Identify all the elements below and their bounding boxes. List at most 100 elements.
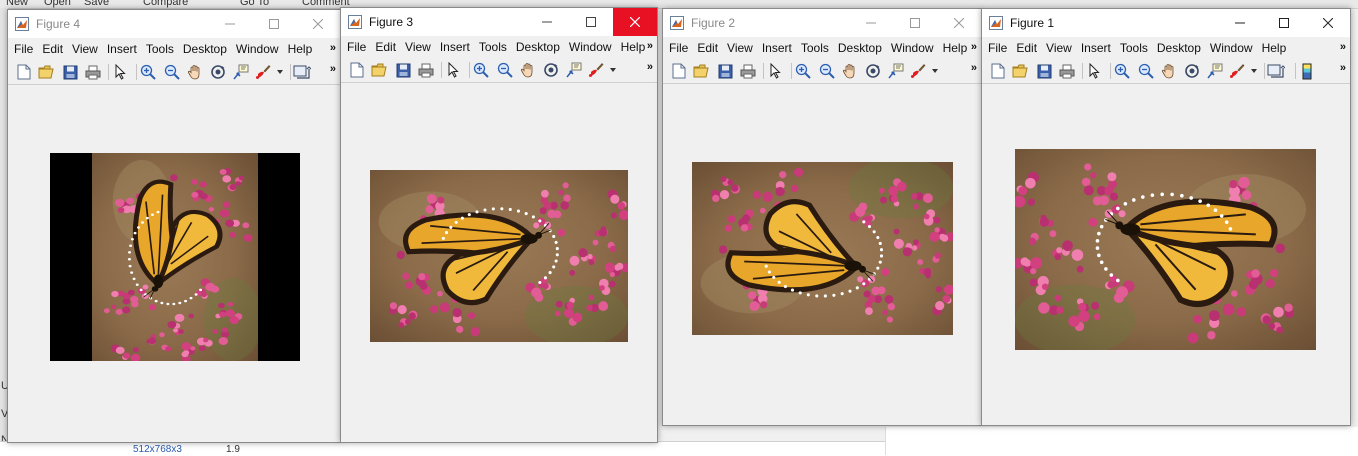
menu-help[interactable]: Help xyxy=(617,36,649,54)
zoom-out-icon[interactable] xyxy=(1137,62,1155,80)
figure-canvas[interactable] xyxy=(982,84,1350,425)
title-bar[interactable]: Figure 2 xyxy=(663,9,981,37)
pan-icon[interactable] xyxy=(519,61,537,79)
data-cursor-icon[interactable] xyxy=(232,63,250,81)
menu-desktop[interactable]: Desktop xyxy=(179,38,231,56)
maximize-button[interactable] xyxy=(1262,9,1306,37)
menu-tools[interactable]: Tools xyxy=(1116,37,1152,55)
brush-icon[interactable] xyxy=(254,63,272,81)
print-icon[interactable] xyxy=(739,62,757,80)
link-plot-icon[interactable] xyxy=(293,63,311,81)
toolbar-overflow-chevron[interactable]: » xyxy=(971,62,977,74)
toolstrip-save[interactable]: Save xyxy=(84,0,109,8)
chevron-down-icon[interactable] xyxy=(1250,62,1258,80)
close-button[interactable] xyxy=(1306,9,1350,37)
close-button[interactable] xyxy=(613,8,657,36)
menu-insert[interactable]: Insert xyxy=(1077,37,1115,55)
brush-icon[interactable] xyxy=(909,62,927,80)
title-bar[interactable]: Figure 3 xyxy=(341,8,657,36)
toolbar-overflow-chevron[interactable]: » xyxy=(330,63,336,75)
menu-view[interactable]: View xyxy=(1042,37,1076,55)
open-file-icon[interactable] xyxy=(370,61,388,79)
title-bar[interactable]: Figure 4 xyxy=(8,10,340,38)
menu-overflow-chevron[interactable]: » xyxy=(971,41,977,53)
pan-icon[interactable] xyxy=(1160,62,1178,80)
menu-overflow-chevron[interactable]: » xyxy=(330,42,336,54)
menu-edit[interactable]: Edit xyxy=(1012,37,1041,55)
minimize-button[interactable] xyxy=(849,9,893,37)
close-button[interactable] xyxy=(937,9,981,37)
brush-icon[interactable] xyxy=(1228,62,1246,80)
save-icon[interactable] xyxy=(61,63,79,81)
minimize-button[interactable] xyxy=(1218,9,1262,37)
rotate-3d-icon[interactable] xyxy=(1183,62,1201,80)
menu-window[interactable]: Window xyxy=(887,37,938,55)
menu-window[interactable]: Window xyxy=(1206,37,1257,55)
maximize-button[interactable] xyxy=(569,8,613,36)
rotate-3d-icon[interactable] xyxy=(864,62,882,80)
pan-icon[interactable] xyxy=(841,62,859,80)
menu-view[interactable]: View xyxy=(401,36,435,54)
menu-insert[interactable]: Insert xyxy=(758,37,796,55)
save-icon[interactable] xyxy=(1035,62,1053,80)
print-icon[interactable] xyxy=(84,63,102,81)
zoom-out-icon[interactable] xyxy=(818,62,836,80)
menu-overflow-chevron[interactable]: » xyxy=(1340,41,1346,53)
zoom-in-icon[interactable] xyxy=(472,61,490,79)
brush-icon[interactable] xyxy=(587,61,605,79)
figure-3-window[interactable]: Figure 3 File Edit View Insert Tools Desktop W… xyxy=(340,7,658,443)
toolstrip-compare[interactable]: Compare xyxy=(143,0,188,8)
new-figure-icon[interactable] xyxy=(15,63,33,81)
open-file-icon[interactable] xyxy=(37,63,55,81)
rotate-3d-icon[interactable] xyxy=(542,61,560,79)
new-figure-icon[interactable] xyxy=(989,62,1007,80)
pointer-icon[interactable] xyxy=(1085,62,1103,80)
zoom-in-icon[interactable] xyxy=(139,63,157,81)
figure-1-window[interactable]: Figure 1 File Edit View Insert Tools Desktop W… xyxy=(981,8,1351,426)
menu-help[interactable]: Help xyxy=(939,37,972,55)
toolstrip-new[interactable]: New xyxy=(6,0,28,8)
maximize-button[interactable] xyxy=(893,9,937,37)
pointer-icon[interactable] xyxy=(766,62,784,80)
menu-edit[interactable]: Edit xyxy=(38,38,67,56)
menu-overflow-chevron[interactable]: » xyxy=(647,40,653,52)
menu-desktop[interactable]: Desktop xyxy=(1153,37,1205,55)
menu-tools[interactable]: Tools xyxy=(142,38,178,56)
print-icon[interactable] xyxy=(417,61,435,79)
minimize-button[interactable] xyxy=(525,8,569,36)
pointer-icon[interactable] xyxy=(444,61,462,79)
chevron-down-icon[interactable] xyxy=(276,63,284,81)
menu-desktop[interactable]: Desktop xyxy=(834,37,886,55)
figure-canvas[interactable] xyxy=(341,83,657,442)
toolbar-overflow-chevron[interactable]: » xyxy=(647,61,653,73)
pan-icon[interactable] xyxy=(186,63,204,81)
menu-help[interactable]: Help xyxy=(1258,37,1291,55)
menu-tools[interactable]: Tools xyxy=(475,36,511,54)
menu-edit[interactable]: Edit xyxy=(693,37,722,55)
new-figure-icon[interactable] xyxy=(670,62,688,80)
menu-file[interactable]: File xyxy=(8,38,37,56)
menu-file[interactable]: File xyxy=(341,36,370,54)
figure-4-window[interactable]: Figure 4 File Edit View Insert Tools Desktop W… xyxy=(7,9,341,443)
maximize-button[interactable] xyxy=(252,10,296,38)
toolstrip-open[interactable]: Open xyxy=(44,0,71,8)
figure-canvas[interactable] xyxy=(8,85,340,442)
menu-edit[interactable]: Edit xyxy=(371,36,400,54)
minimize-button[interactable] xyxy=(208,10,252,38)
menu-tools[interactable]: Tools xyxy=(797,37,833,55)
print-icon[interactable] xyxy=(1058,62,1076,80)
menu-window[interactable]: Window xyxy=(232,38,283,56)
zoom-in-icon[interactable] xyxy=(794,62,812,80)
menu-file[interactable]: File xyxy=(982,37,1011,55)
data-cursor-icon[interactable] xyxy=(887,62,905,80)
data-cursor-icon[interactable] xyxy=(565,61,583,79)
zoom-out-icon[interactable] xyxy=(496,61,514,79)
colorbar-icon[interactable] xyxy=(1298,62,1316,80)
menu-view[interactable]: View xyxy=(68,38,102,56)
menu-insert[interactable]: Insert xyxy=(103,38,141,56)
pointer-icon[interactable] xyxy=(111,63,129,81)
menu-help[interactable]: Help xyxy=(284,38,317,56)
menu-desktop[interactable]: Desktop xyxy=(512,36,564,54)
open-file-icon[interactable] xyxy=(1011,62,1029,80)
menu-file[interactable]: File xyxy=(663,37,692,55)
